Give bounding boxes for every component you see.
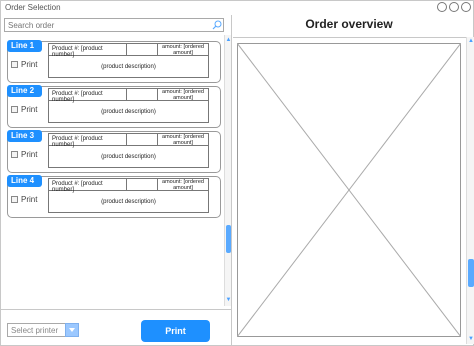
order-line-card: Line 1 Print Product #: [product number]… xyxy=(7,40,221,83)
scroll-up-icon[interactable]: ▲ xyxy=(467,38,474,45)
scroll-down-icon[interactable]: ▼ xyxy=(225,297,232,304)
print-checkbox-label: Print xyxy=(21,195,38,204)
maximize-button[interactable] xyxy=(449,2,459,12)
window-title: Order Selection xyxy=(5,3,61,12)
app-window: Order Selection Line 1 Print Pr xyxy=(0,0,474,346)
product-number: Product #: [product number] xyxy=(49,134,127,148)
print-checkbox-label: Print xyxy=(21,60,38,69)
ordered-amount: amount: [ordered amount] xyxy=(162,134,204,146)
ordered-amount: amount: [ordered amount] xyxy=(162,179,204,191)
line-label: Line 1 xyxy=(7,40,42,52)
order-selection-pane: Line 1 Print Product #: [product number]… xyxy=(1,15,232,346)
product-description: (product description) xyxy=(101,64,156,70)
search-input[interactable] xyxy=(4,18,224,32)
print-checkbox[interactable] xyxy=(11,61,18,68)
page-title: Order overview xyxy=(305,17,393,31)
window-controls xyxy=(437,2,471,12)
close-button[interactable] xyxy=(461,2,471,12)
image-placeholder xyxy=(237,43,461,337)
order-list-scrollbar[interactable]: ▲ ▼ xyxy=(224,35,231,306)
scroll-thumb[interactable] xyxy=(226,225,231,253)
product-description: (product description) xyxy=(101,199,156,205)
product-description: (product description) xyxy=(101,109,156,115)
title-bar: Order Selection xyxy=(1,1,473,15)
print-checkbox[interactable] xyxy=(11,106,18,113)
scroll-down-icon[interactable]: ▼ xyxy=(467,336,474,343)
overview-scrollbar[interactable]: ▲ ▼ xyxy=(466,37,474,344)
product-number: Product #: [product number] xyxy=(49,44,127,58)
minimize-button[interactable] xyxy=(437,2,447,12)
order-line-table: Product #: [product number] amount: [ord… xyxy=(48,178,209,213)
order-line-table: Product #: [product number] amount: [ord… xyxy=(48,43,209,78)
ordered-amount: amount: [ordered amount] xyxy=(162,89,204,101)
print-toolbar: Select printer Print xyxy=(1,309,232,346)
search-icon[interactable] xyxy=(212,20,222,30)
order-overview-pane: Order overview ▲ ▼ xyxy=(233,15,474,346)
print-checkbox-label: Print xyxy=(21,105,38,114)
line-label: Line 2 xyxy=(7,85,42,97)
print-checkbox-label: Print xyxy=(21,150,38,159)
print-checkbox[interactable] xyxy=(11,151,18,158)
order-lines-list: Line 1 Print Product #: [product number]… xyxy=(1,35,232,308)
order-line-card: Line 3 Print Product #: [product number]… xyxy=(7,130,221,173)
print-option[interactable]: Print xyxy=(11,60,37,69)
print-option[interactable]: Print xyxy=(11,195,37,204)
print-option[interactable]: Print xyxy=(11,150,37,159)
product-number: Product #: [product number] xyxy=(49,89,127,103)
print-checkbox[interactable] xyxy=(11,196,18,203)
scroll-up-icon[interactable]: ▲ xyxy=(225,37,232,44)
line-label: Line 3 xyxy=(7,130,42,142)
ordered-amount: amount: [ordered amount] xyxy=(162,44,204,56)
printer-select[interactable]: Select printer xyxy=(7,323,79,337)
product-number: Product #: [product number] xyxy=(49,179,127,193)
print-option[interactable]: Print xyxy=(11,105,37,114)
product-description: (product description) xyxy=(101,154,156,160)
overview-content xyxy=(233,37,466,344)
order-line-table: Product #: [product number] amount: [ord… xyxy=(48,133,209,168)
print-button[interactable]: Print xyxy=(141,320,210,342)
printer-select-placeholder: Select printer xyxy=(11,326,59,335)
order-line-card: Line 2 Print Product #: [product number]… xyxy=(7,85,221,128)
order-line-table: Product #: [product number] amount: [ord… xyxy=(48,88,209,123)
line-label: Line 4 xyxy=(7,175,42,187)
order-line-card: Line 4 Print Product #: [product number]… xyxy=(7,175,221,218)
scroll-thumb[interactable] xyxy=(468,259,474,287)
chevron-down-icon[interactable] xyxy=(65,323,79,337)
